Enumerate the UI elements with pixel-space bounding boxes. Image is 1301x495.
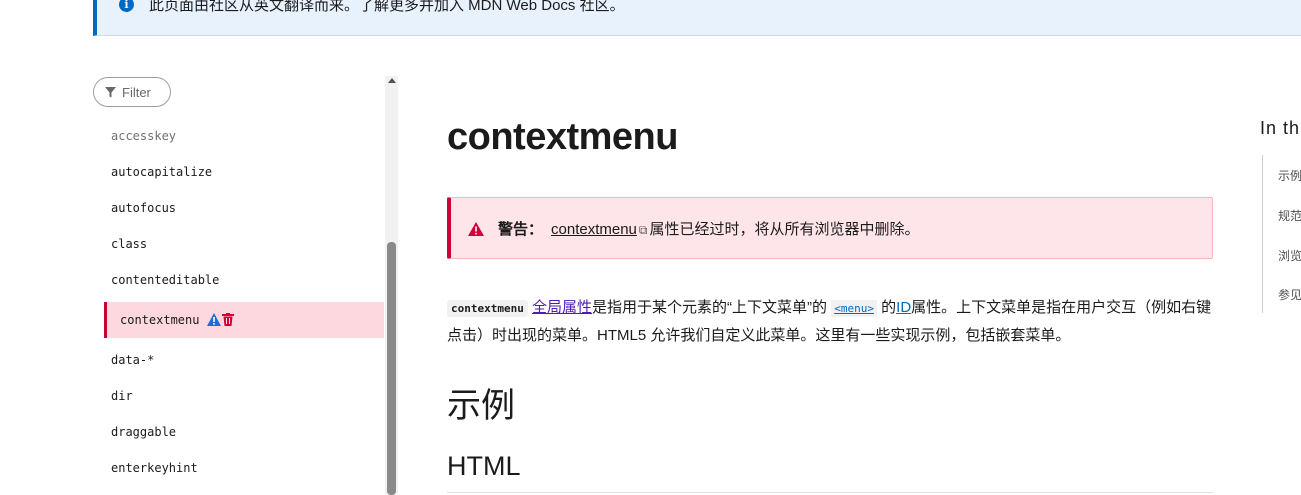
contextmenu-link[interactable]: contextmenu xyxy=(551,221,637,238)
divider xyxy=(447,492,1213,493)
menu-element-link[interactable]: <menu> xyxy=(831,300,877,317)
filter-icon xyxy=(105,87,116,98)
intro-paragraph: contextmenu 全局属性是指用于某个元素的“上下文菜单”的 <menu>… xyxy=(447,294,1213,349)
page-title: contextmenu xyxy=(447,116,678,158)
sidebar: Filter accesskey autocapitalize autofocu… xyxy=(93,70,398,495)
toc-rail xyxy=(1262,155,1263,313)
sidebar-item-enterkeyhint[interactable]: enterkeyhint xyxy=(111,458,198,478)
warning-icon xyxy=(468,222,484,236)
toc-item-browser[interactable]: 浏览 xyxy=(1278,247,1301,264)
sidebar-item-autofocus[interactable]: autofocus xyxy=(111,198,176,218)
toc-title: In th xyxy=(1260,118,1301,138)
sidebar-item-dir[interactable]: dir xyxy=(111,386,133,406)
paragraph-text: 的 xyxy=(881,299,897,316)
sidebar-item-contenteditable[interactable]: contenteditable xyxy=(111,270,219,290)
inline-code: contextmenu xyxy=(447,300,528,317)
trash-icon xyxy=(222,313,234,326)
sidebar-item-contextmenu[interactable]: contextmenu xyxy=(104,302,384,338)
paragraph-text: 是指用于某个元素的“上下文菜单”的 xyxy=(592,299,828,316)
warning-message: 属性已经过时，将从所有浏览器中删除。 xyxy=(649,221,920,238)
sidebar-item-label: contextmenu xyxy=(120,313,200,327)
filter-placeholder: Filter xyxy=(122,85,151,100)
global-attributes-link[interactable]: 全局属性 xyxy=(532,299,592,316)
external-link-icon: ⧉ xyxy=(638,223,648,237)
filter-input[interactable]: Filter xyxy=(93,77,171,107)
sidebar-item-autocapitalize[interactable]: autocapitalize xyxy=(111,162,212,182)
sidebar-item-accesskey[interactable]: accesskey xyxy=(111,126,176,146)
toc-item-examples[interactable]: 示例 xyxy=(1278,167,1301,184)
scrollbar-thumb[interactable] xyxy=(387,242,396,495)
deprecation-warning: 警告： contextmenu ⧉ 属性已经过时，将从所有浏览器中删除。 xyxy=(447,197,1213,259)
sidebar-item-class[interactable]: class xyxy=(111,234,147,254)
sidebar-item-draggable[interactable]: draggable xyxy=(111,422,176,442)
translation-notice: i 此页面由社区从英文翻译而来。了解更多并加入 MDN Web Docs 社区。 xyxy=(93,0,1301,36)
warning-text: 警告： contextmenu ⧉ 属性已经过时，将从所有浏览器中删除。 xyxy=(498,218,920,239)
id-attribute-link[interactable]: ID xyxy=(896,299,911,316)
subsection-heading-html: HTML xyxy=(447,451,521,481)
warning-label: 警告： xyxy=(498,221,544,238)
deprecated-warning-icon xyxy=(207,313,221,326)
toc-item-see-also[interactable]: 参见 xyxy=(1278,286,1301,303)
info-icon: i xyxy=(119,0,134,12)
scroll-up-arrow-icon[interactable] xyxy=(388,78,396,83)
notice-text: 此页面由社区从英文翻译而来。了解更多并加入 MDN Web Docs 社区。 xyxy=(149,0,625,14)
toc-item-spec[interactable]: 规范 xyxy=(1278,207,1301,224)
sidebar-item-data[interactable]: data-* xyxy=(111,350,154,370)
left-gutter xyxy=(0,40,93,375)
section-heading-examples: 示例 xyxy=(447,387,515,425)
